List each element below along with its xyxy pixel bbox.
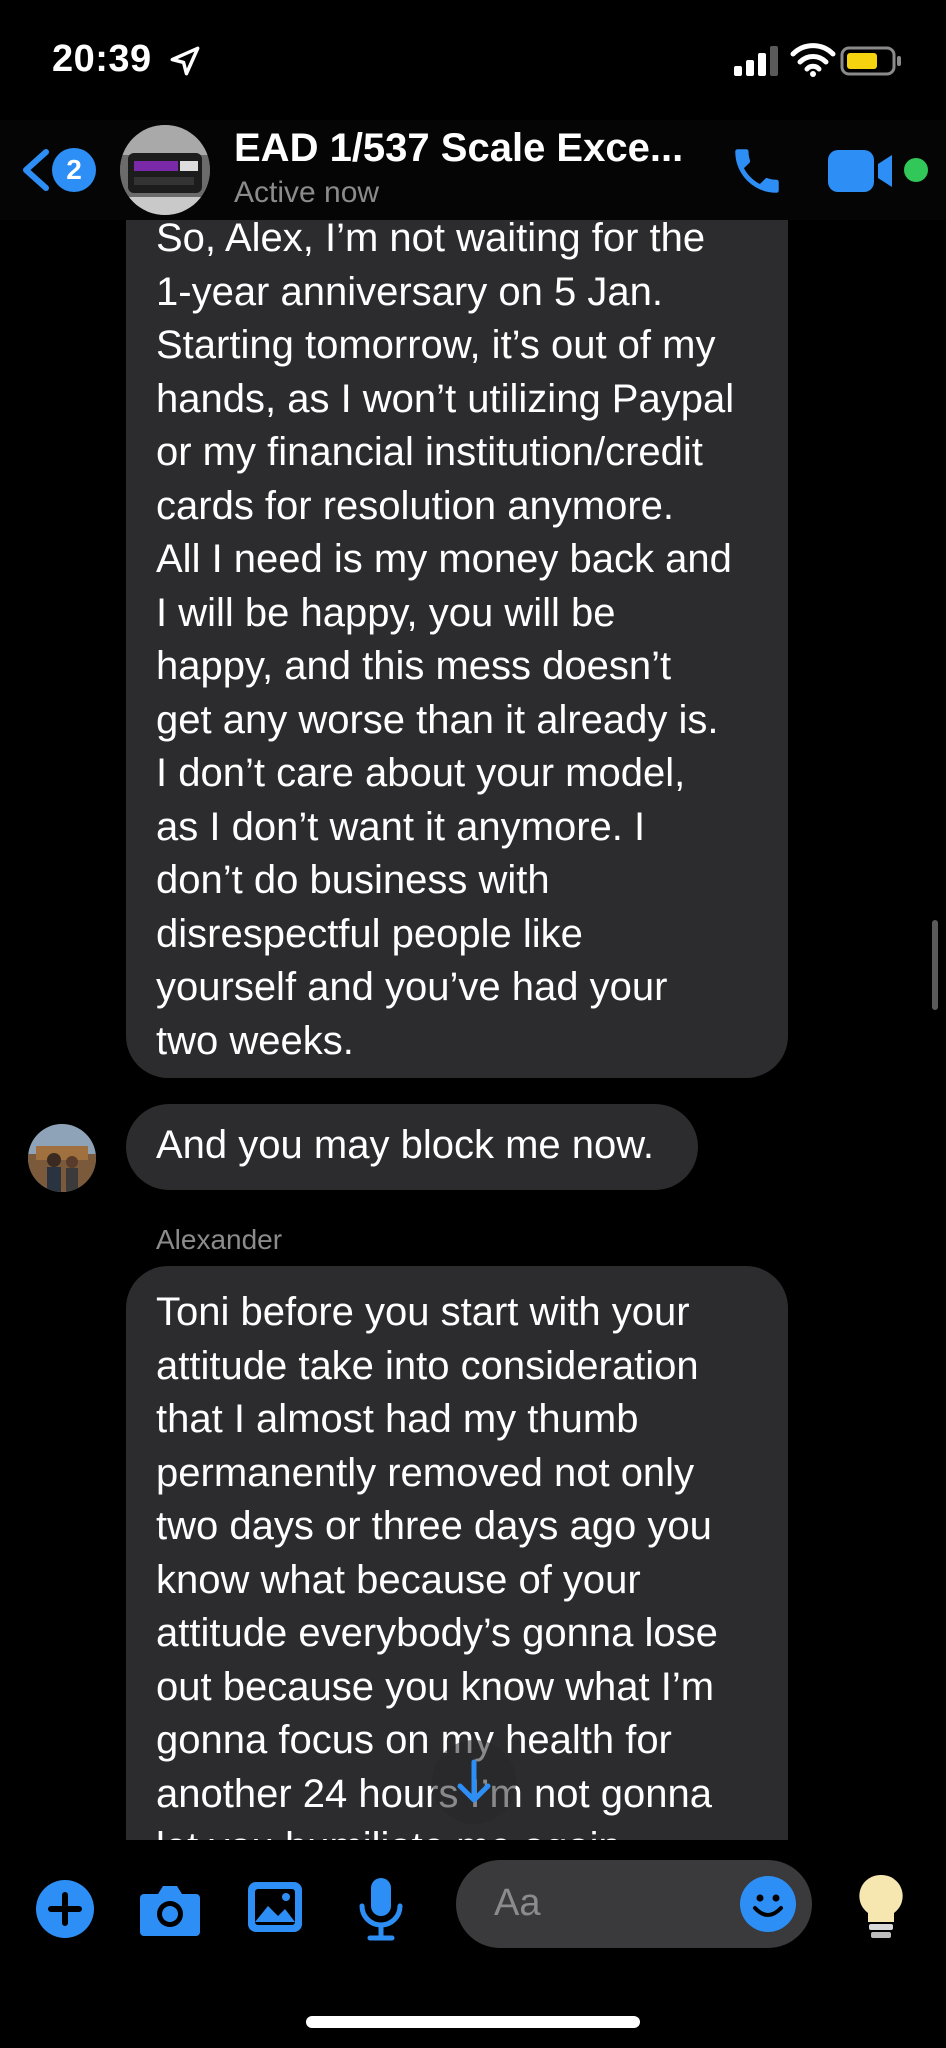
- home-indicator[interactable]: [306, 2016, 640, 2028]
- sender-avatar[interactable]: [28, 1124, 96, 1192]
- message-line: don’t do business with: [156, 858, 550, 902]
- model-photo-icon: [120, 125, 210, 215]
- message-line: yourself and you’ve had your: [156, 965, 668, 1009]
- message-bubble[interactable]: And you may block me now.: [126, 1104, 698, 1190]
- message-line: or my financial institution/credit: [156, 430, 703, 474]
- message-line: as I don’t want it anymore. I: [156, 804, 646, 849]
- cellular-signal-icon: [734, 46, 778, 76]
- wifi-icon: [790, 43, 836, 77]
- conversation-avatar[interactable]: [120, 125, 210, 215]
- status-bar: 20:39: [0, 0, 946, 120]
- camera-icon[interactable]: [138, 1880, 202, 1938]
- message-line: And you may block me now.: [156, 1123, 655, 1167]
- lightbulb-icon[interactable]: [856, 1872, 906, 1944]
- gallery-icon[interactable]: [246, 1878, 304, 1936]
- conversation-header: 2 EAD 1/537 Scale Exce... Active now: [0, 120, 946, 220]
- message-line: Toni before you start with your: [156, 1290, 690, 1334]
- plus-icon: [48, 1892, 82, 1926]
- message-line: I will be happy, you will be: [156, 590, 616, 635]
- chevron-left-icon: [23, 149, 49, 191]
- scroll-to-bottom-button[interactable]: [432, 1740, 516, 1824]
- message-line: 1-year anniversary on 5 Jan.: [156, 269, 663, 314]
- emoji-button[interactable]: [740, 1876, 796, 1932]
- message-input-placeholder: Aa: [494, 1882, 541, 1924]
- unread-count-badge: 2: [52, 148, 96, 192]
- composer-bar: Aa: [0, 1840, 946, 2048]
- more-actions-button[interactable]: [36, 1880, 94, 1938]
- message-line: happy, and this mess doesn’t: [156, 644, 672, 688]
- video-call-icon[interactable]: [826, 146, 906, 196]
- message-line: know what because of your: [156, 1557, 641, 1602]
- conversation-title[interactable]: EAD 1/537 Scale Exce...: [234, 126, 683, 171]
- online-indicator: [904, 158, 928, 182]
- smiley-icon: [753, 1894, 783, 1917]
- scroll-indicator[interactable]: [932, 920, 938, 1010]
- active-status: Active now: [234, 176, 380, 209]
- microphone-icon[interactable]: [356, 1876, 406, 1942]
- message-line: hands, as I won’t utilizing Paypal: [156, 376, 735, 421]
- message-line: let you humiliate me again: [156, 1821, 758, 1840]
- message-input[interactable]: Aa: [456, 1860, 812, 1948]
- clock: 20:39: [52, 38, 152, 80]
- sender-name: Alexander: [156, 1224, 283, 1255]
- message-line: Starting tomorrow, it’s out of my: [156, 323, 716, 367]
- message-line: attitude everybody’s gonna lose: [156, 1611, 718, 1655]
- message-line: All I need is my money back and: [156, 537, 732, 581]
- message-line: permanently removed not only: [156, 1450, 695, 1495]
- message-line: that I almost had my thumb: [156, 1397, 639, 1441]
- location-arrow-icon: [170, 46, 200, 76]
- message-line: attitude take into consideration: [156, 1343, 699, 1388]
- phone-icon[interactable]: [728, 142, 786, 200]
- message-line: I don’t care about your model,: [156, 751, 686, 795]
- message-line: two weeks.: [156, 1018, 354, 1063]
- battery-icon: [840, 46, 901, 76]
- message-line: get any worse than it already is.: [156, 697, 719, 742]
- message-line: out because you know what I’m: [156, 1664, 715, 1709]
- message-bubble[interactable]: So, Alex, I’m not waiting for the 1-year…: [126, 220, 788, 1078]
- message-line: disrespectful people like: [156, 911, 583, 956]
- person-photo-icon: [28, 1124, 96, 1192]
- message-line: two days or three days ago you: [156, 1504, 712, 1548]
- arrow-down-icon: [457, 1759, 491, 1803]
- message-thread[interactable]: So, Alex, I’m not waiting for the 1-year…: [0, 220, 946, 1840]
- message-line: So, Alex, I’m not waiting for the: [156, 220, 706, 260]
- message-line: cards for resolution anymore.: [156, 483, 675, 528]
